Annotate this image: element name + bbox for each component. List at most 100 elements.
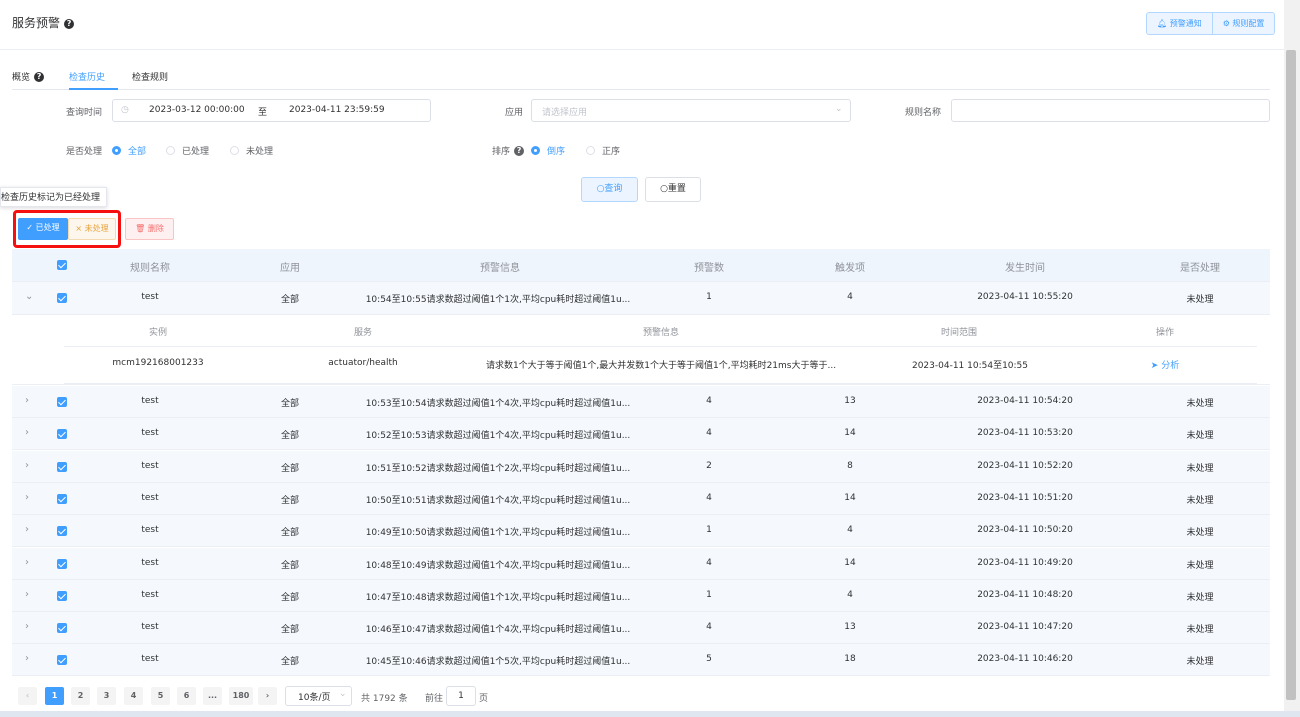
row-checkbox[interactable] xyxy=(57,655,67,666)
help-icon[interactable]: ? xyxy=(64,19,75,29)
table-row[interactable]: › test 全部 10:50至10:51请求数超过阈值1个4次,平均cpu耗时超过阈… xyxy=(12,482,1270,515)
page-button[interactable]: 1 xyxy=(45,687,64,705)
chevron-down-icon[interactable]: ⌄ xyxy=(25,291,33,302)
app-select-placeholder: 请选择应用 xyxy=(542,108,588,118)
page-button[interactable]: 6 xyxy=(177,687,196,705)
scrollbar-thumb[interactable] xyxy=(1286,50,1296,700)
rule-config-button[interactable]: ⚙ 规则配置 xyxy=(1211,13,1275,34)
page-button[interactable]: 180 xyxy=(229,687,253,705)
cell-trigger: 14 xyxy=(844,428,856,439)
table-row[interactable]: › test 全部 10:45至10:46请求数超过阈值1个5次,平均cpu耗时超过阈… xyxy=(12,644,1270,677)
chevron-right-icon[interactable]: › xyxy=(25,460,29,471)
app-select[interactable]: 请选择应用 ⌄ xyxy=(531,99,851,122)
table-row[interactable]: › test 全部 10:51至10:52请求数超过阈值1个2次,平均cpu耗时超过阈… xyxy=(12,450,1270,483)
select-all-checkbox[interactable] xyxy=(57,260,67,270)
row-checkbox[interactable] xyxy=(57,558,67,569)
chevron-right-icon[interactable]: › xyxy=(25,395,29,406)
sort-radio-desc[interactable]: 倒序 xyxy=(531,144,565,157)
page-button[interactable]: 3 xyxy=(97,687,116,705)
cell-handled: 未处理 xyxy=(1186,495,1214,506)
cell-rule: test xyxy=(141,460,159,471)
cell-time: 2023-04-11 10:53:20 xyxy=(977,428,1073,439)
cell-count: 1 xyxy=(706,525,712,536)
cell-rule: test xyxy=(141,525,159,536)
cell-count: 4 xyxy=(706,622,712,633)
handled-radio-yes[interactable]: 已处理 xyxy=(166,144,209,157)
table-row[interactable]: › test 全部 10:49至10:50请求数超过阈值1个1次,平均cpu耗时超过阈… xyxy=(12,515,1270,548)
page-button[interactable]: 4 xyxy=(124,687,143,705)
chevron-right-icon[interactable]: › xyxy=(25,557,29,568)
goto-page-input[interactable]: 1 xyxy=(446,686,476,706)
analyze-link[interactable]: ➤ 分析 xyxy=(1151,358,1179,371)
cell-count: 5 xyxy=(706,654,712,665)
tab-check-rules[interactable]: 检查规则 xyxy=(132,70,168,83)
table-row[interactable]: › test 全部 10:48至10:49请求数超过阈值1个4次,平均cpu耗时超过阈… xyxy=(12,547,1270,580)
chevron-right-icon[interactable]: › xyxy=(25,524,29,535)
cell-time: 2023-04-11 10:54:20 xyxy=(977,396,1073,406)
table-row[interactable]: ⌄ test 全部 10:54至10:55请求数超过阈值1个1次,平均cpu耗时… xyxy=(12,282,1270,315)
cell-app: 全部 xyxy=(280,592,300,603)
delete-button[interactable]: 🗑︎ 删除 xyxy=(125,218,174,240)
handled-radio-all[interactable]: 全部 xyxy=(112,144,146,157)
end-date[interactable]: 2023-04-11 23:59:59 xyxy=(289,105,385,115)
chevron-right-icon[interactable]: › xyxy=(25,589,29,600)
cell-trigger: 4 xyxy=(847,525,853,536)
refresh-icon: ○ xyxy=(660,184,668,194)
query-button[interactable]: ○查询 xyxy=(581,177,638,202)
chevron-right-icon[interactable]: › xyxy=(25,621,29,632)
row-checkbox[interactable] xyxy=(57,461,67,472)
tab-check-history[interactable]: 检查历史 xyxy=(69,70,105,83)
reset-button[interactable]: ○重置 xyxy=(645,177,701,202)
page-size-select[interactable]: 10条/页 ⌄ xyxy=(285,686,352,706)
cell-app: 全部 xyxy=(280,399,300,409)
col-handled[interactable]: 是否处理 xyxy=(1180,259,1220,274)
tab-bar: 概览? 检查历史 检查规则 xyxy=(12,68,1270,90)
date-range-picker[interactable]: ◷ 2023-03-12 00:00:00 至 2023-04-11 23:59… xyxy=(112,99,431,122)
cell-trigger: 14 xyxy=(844,557,856,568)
cell-handled: 未处理 xyxy=(1186,560,1214,571)
row-checkbox[interactable] xyxy=(57,397,67,407)
table-row[interactable]: › test 全部 10:47至10:48请求数超过阈值1个1次,平均cpu耗时超过阈… xyxy=(12,579,1270,612)
chevron-right-icon[interactable]: › xyxy=(25,653,29,664)
col-trigger[interactable]: 触发项 xyxy=(835,259,865,274)
col-rule-name[interactable]: 规则名称 xyxy=(130,259,170,274)
page-button[interactable]: 5 xyxy=(151,687,170,705)
row-checkbox[interactable] xyxy=(57,429,67,440)
rule-name-input[interactable] xyxy=(951,99,1270,122)
cell-handled: 未处理 xyxy=(1186,592,1214,603)
table-row[interactable]: › test 全部 10:52至10:53请求数超过阈值1个4次,平均cpu耗时超过阈… xyxy=(12,418,1270,451)
row-checkbox[interactable] xyxy=(57,623,67,634)
row-checkbox[interactable] xyxy=(57,493,67,504)
handled-radio-no[interactable]: 未处理 xyxy=(230,144,273,157)
col-alert-info[interactable]: 预警信息 xyxy=(480,259,520,274)
prev-page-button[interactable]: ‹ xyxy=(18,687,37,705)
cell-app: 全部 xyxy=(280,560,300,571)
row-checkbox[interactable] xyxy=(57,526,67,537)
help-icon[interactable]: ? xyxy=(514,146,525,156)
cell-time: 2023-04-11 10:47:20 xyxy=(977,622,1073,633)
cell-time: 2023-04-11 10:52:20 xyxy=(977,460,1073,471)
row-checkbox[interactable] xyxy=(57,293,67,303)
col-app[interactable]: 应用 xyxy=(280,259,300,274)
cell-count: 1 xyxy=(706,589,712,600)
chevron-right-icon[interactable]: › xyxy=(25,427,29,438)
send-icon: ➤ xyxy=(1150,361,1159,371)
gear-icon: ⚙ xyxy=(1222,19,1230,28)
cell-info: 10:46至10:47请求数超过阈值1个4次,平均cpu耗时超过阈值1u... xyxy=(365,625,631,636)
chevron-right-icon[interactable]: › xyxy=(25,492,29,503)
start-date[interactable]: 2023-03-12 00:00:00 xyxy=(149,105,245,115)
table-row[interactable]: › test 全部 10:46至10:47请求数超过阈值1个4次,平均cpu耗时超过阈… xyxy=(12,612,1270,645)
table-row[interactable]: › test 全部 10:53至10:54请求数超过阈值1个4次,平均cpu耗时超过阈… xyxy=(12,386,1270,418)
sort-radio-asc[interactable]: 正序 xyxy=(586,144,620,157)
col-alert-count[interactable]: 预警数 xyxy=(694,259,724,274)
cell-handled: 未处理 xyxy=(1186,399,1214,409)
next-page-button[interactable]: › xyxy=(258,687,277,705)
col-time[interactable]: 发生时间 xyxy=(1005,259,1045,274)
page-button[interactable]: ... xyxy=(203,687,222,705)
row-checkbox[interactable] xyxy=(57,590,67,601)
cell-rule: test xyxy=(141,428,159,439)
page-button[interactable]: 2 xyxy=(71,687,90,705)
tab-overview[interactable]: 概览? xyxy=(12,70,45,83)
alert-notify-button[interactable]: 🔔︎ 预警通知 xyxy=(1147,13,1212,34)
cell-info: 10:48至10:49请求数超过阈值1个4次,平均cpu耗时超过阈值1u... xyxy=(365,560,631,571)
